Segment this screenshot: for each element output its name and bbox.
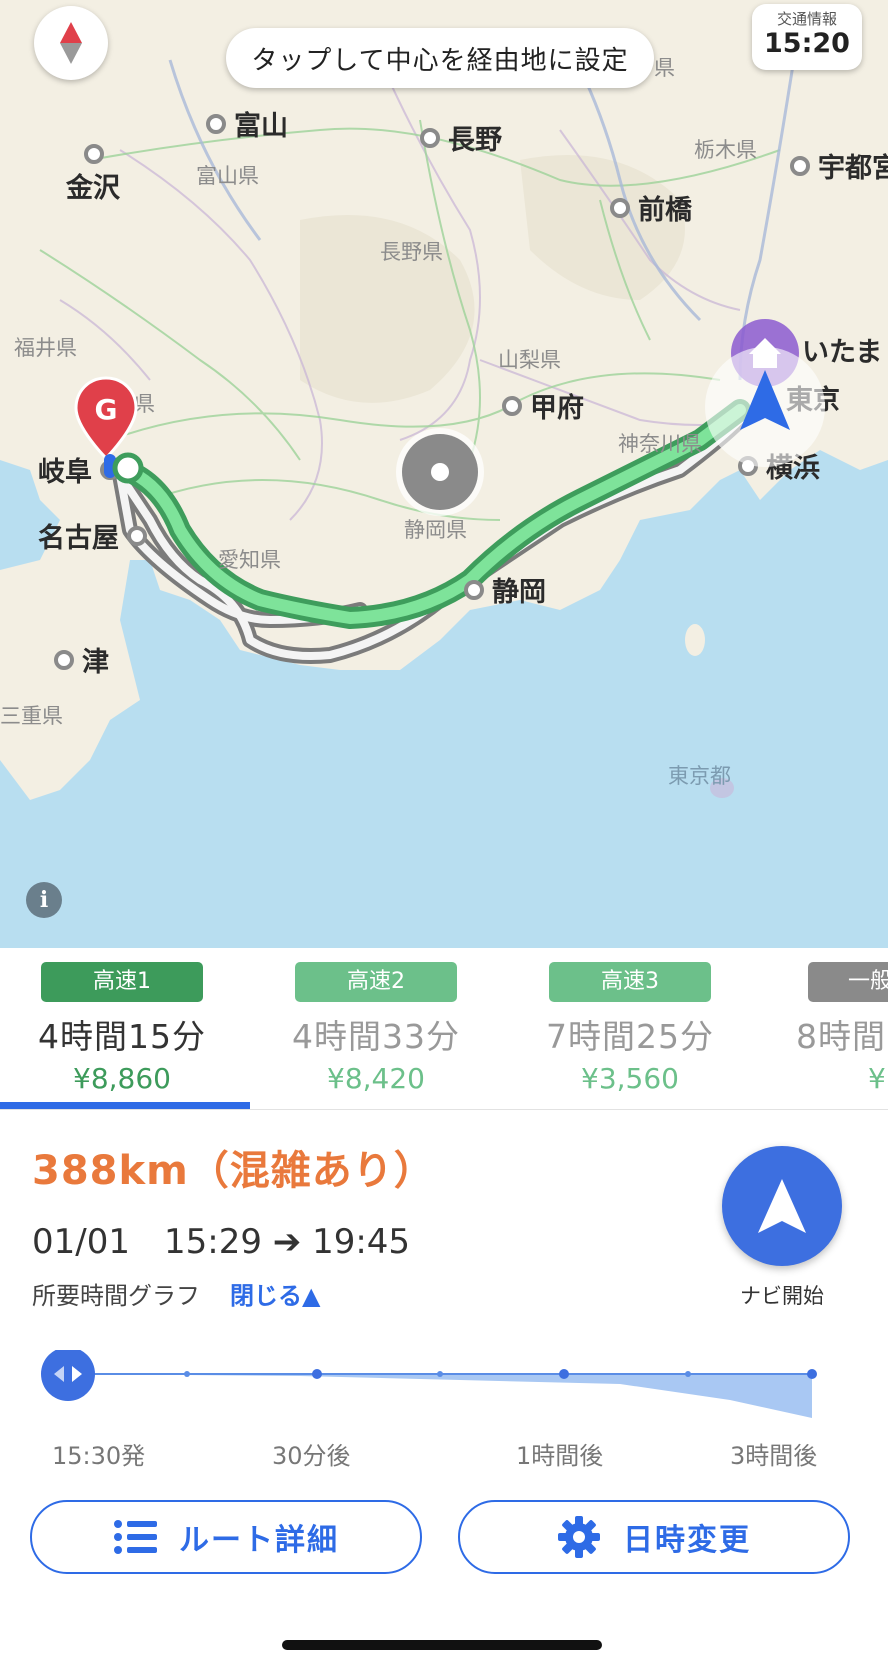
traffic-info-time: 15:20	[764, 28, 850, 59]
travel-time-graph[interactable]	[40, 1350, 830, 1430]
current-location-icon[interactable]	[702, 344, 828, 470]
city-dot-icon	[84, 144, 104, 164]
start-navigation-button[interactable]	[722, 1146, 842, 1266]
svg-text:G: G	[95, 393, 118, 426]
goal-point-icon	[104, 452, 144, 484]
pref-label: 長野県	[380, 240, 443, 264]
gear-icon	[558, 1516, 600, 1558]
city-dot-icon	[610, 197, 630, 218]
pref-label: 三重県	[0, 704, 63, 728]
route-badge: 高速2	[295, 962, 457, 1002]
route-duration: 7時間25分	[546, 1017, 714, 1056]
pref-label: 山梨県	[498, 348, 561, 372]
city-nagano[interactable]: 長野	[420, 118, 502, 157]
route-fare: ¥3,560	[581, 1062, 679, 1095]
route-tabs: 高速1 4時間15分 ¥8,860 高速2 4時間33分 ¥8,420 高速3 …	[0, 948, 888, 1110]
route-tab-4[interactable]: 一般 8時間 ¥	[756, 962, 888, 1095]
time-graph-tick-label: 3時間後	[730, 1442, 818, 1470]
route-time-range: 01/01 15:29 ➔ 19:45	[32, 1222, 411, 1262]
pref-label: 神奈川県	[618, 432, 702, 456]
pref-label: 静岡県	[404, 518, 467, 542]
pref-label: 福井県	[14, 336, 77, 360]
pref-label: 東京都	[668, 764, 731, 788]
route-duration: 8時間	[796, 1017, 886, 1056]
route-tab-2[interactable]: 高速2 4時間33分 ¥8,420	[248, 962, 504, 1095]
time-graph-tick-label: 1時間後	[516, 1442, 604, 1470]
time-graph-label: 所要時間グラフ	[32, 1282, 200, 1310]
route-fare: ¥	[868, 1062, 886, 1095]
time-graph-tick-label: 30分後	[272, 1442, 351, 1470]
route-detail-button[interactable]: ルート詳細	[30, 1500, 422, 1574]
pref-label: 栃木県	[694, 138, 757, 162]
list-icon	[114, 1520, 157, 1554]
pref-label: 富山県	[196, 164, 259, 188]
city-utsunomiya[interactable]: 宇都宮	[790, 146, 888, 185]
route-badge: 一般	[808, 962, 888, 1002]
compass-icon	[60, 22, 82, 64]
city-dot-icon	[206, 113, 226, 134]
city-toyama[interactable]: 富山	[206, 104, 288, 143]
city-shizuoka[interactable]: 静岡	[464, 570, 546, 609]
city-dot-icon	[464, 579, 484, 600]
time-slider-handle[interactable]	[41, 1350, 95, 1401]
route-tab-1[interactable]: 高速1 4時間15分 ¥8,860	[0, 962, 250, 1095]
map-view[interactable]: 富山県 栃木県 長野県 福井県 山梨県 神奈川県 静岡県 愛知県 三重県 東京都…	[0, 0, 888, 948]
center-crosshair-icon[interactable]	[394, 426, 486, 518]
set-waypoint-hint-button[interactable]: タップして中心を経由地に設定	[226, 28, 654, 88]
city-dot-icon	[790, 155, 810, 176]
time-graph-tick-label: 15:30発	[52, 1442, 146, 1470]
time-graph-close-link[interactable]: 閉じる▲	[230, 1276, 320, 1311]
change-datetime-label: 日時変更	[623, 1523, 751, 1558]
route-fare: ¥8,420	[327, 1062, 425, 1095]
route-badge: 高速3	[549, 962, 711, 1002]
route-distance: 388km（混雑あり）	[32, 1148, 435, 1194]
route-badge: 高速1	[41, 962, 203, 1002]
route-duration: 4時間33分	[292, 1017, 460, 1056]
traffic-info-button[interactable]: 交通情報 15:20	[752, 4, 862, 70]
time-graph-header: 所要時間グラフ 閉じる▲	[32, 1276, 320, 1311]
info-icon[interactable]: i	[26, 882, 62, 918]
route-tab-3[interactable]: 高速3 7時間25分 ¥3,560	[502, 962, 758, 1095]
pref-label: 愛知県	[218, 548, 281, 572]
city-tsu[interactable]: 津	[54, 640, 109, 679]
city-maebashi[interactable]: 前橋	[610, 188, 692, 227]
start-navigation-label: ナビ開始	[740, 1284, 824, 1308]
city-dot-icon	[502, 395, 522, 416]
navigation-arrow-icon	[758, 1179, 806, 1233]
city-dot-icon	[54, 649, 74, 670]
route-fare: ¥8,860	[73, 1062, 171, 1095]
city-kanazawa[interactable]: 金沢	[66, 144, 120, 205]
city-dot-icon	[420, 127, 440, 148]
route-detail-label: ルート詳細	[179, 1523, 339, 1558]
city-kofu[interactable]: 甲府	[502, 386, 584, 425]
route-duration: 4時間15分	[38, 1017, 206, 1056]
selected-tab-indicator	[0, 1102, 250, 1109]
city-nagoya[interactable]: 名古屋	[38, 516, 147, 555]
compass-button[interactable]	[34, 6, 108, 80]
pref-label: 県	[654, 56, 675, 80]
traffic-info-label: 交通情報	[776, 10, 837, 28]
change-datetime-button[interactable]: 日時変更	[458, 1500, 850, 1574]
home-indicator[interactable]	[282, 1640, 602, 1650]
city-dot-icon	[127, 525, 147, 546]
